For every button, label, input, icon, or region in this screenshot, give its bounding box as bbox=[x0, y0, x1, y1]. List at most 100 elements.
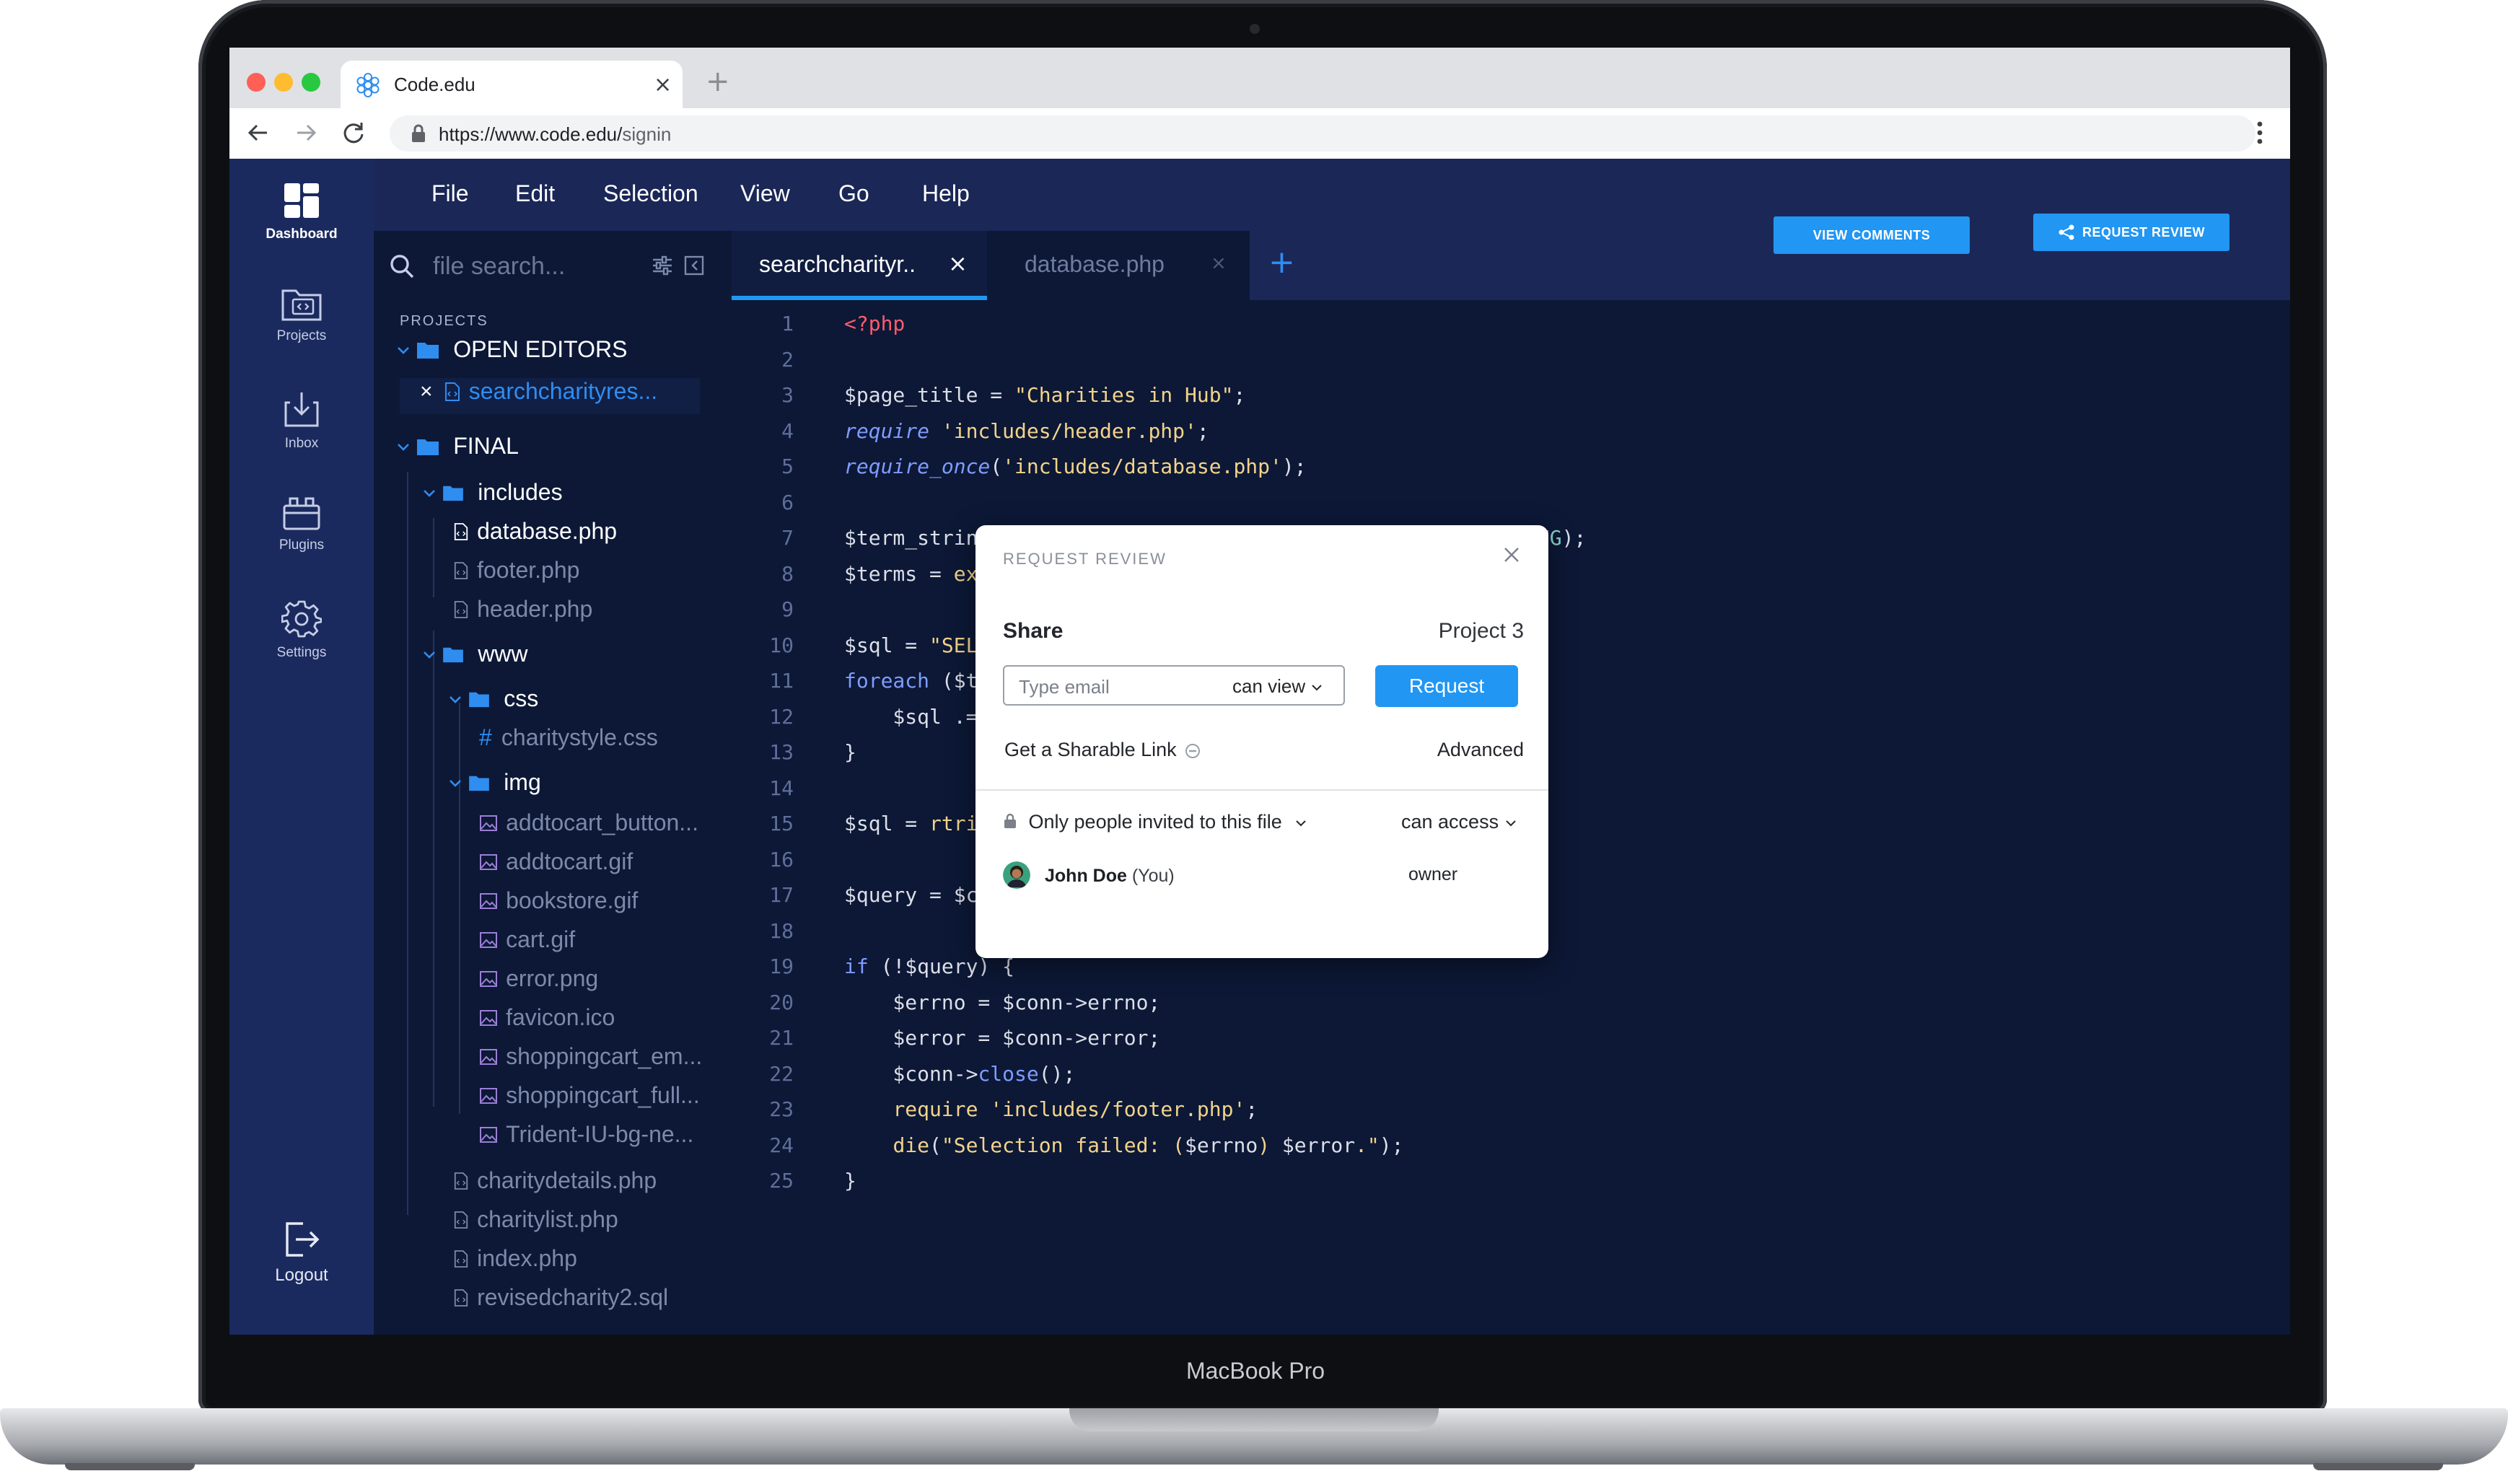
add-editor-tab-button[interactable]: + bbox=[1268, 244, 1295, 281]
link-icon bbox=[1185, 743, 1201, 758]
tree-folder-css[interactable]: css bbox=[446, 685, 538, 721]
sidebar-item-plugins[interactable]: Plugins bbox=[229, 494, 374, 581]
sidebar-item-inbox[interactable]: Inbox bbox=[229, 390, 374, 476]
close-open-file-icon[interactable]: × bbox=[420, 379, 433, 403]
menu-view[interactable]: View bbox=[740, 180, 790, 207]
tree-folder-img[interactable]: img bbox=[446, 769, 541, 805]
tree-label: footer.php bbox=[477, 557, 580, 583]
logout-button[interactable]: Logout bbox=[229, 1219, 374, 1306]
file-search-input[interactable] bbox=[431, 245, 636, 287]
tree-file[interactable]: shoppingcart_full... bbox=[479, 1082, 700, 1118]
access-scope-select[interactable]: Only people invited to this file bbox=[1003, 811, 1307, 833]
filter-sliders-icon[interactable] bbox=[651, 254, 674, 277]
advanced-link[interactable]: Advanced bbox=[1423, 739, 1524, 761]
plugins-icon bbox=[283, 497, 320, 530]
browser-tab-title: Code.edu bbox=[394, 74, 475, 95]
tree-file[interactable]: shoppingcart_em... bbox=[479, 1043, 702, 1079]
tree-file[interactable]: revisedcharity2.sql bbox=[453, 1284, 668, 1320]
code-token: $sql = bbox=[844, 812, 930, 835]
tree-file[interactable]: footer.php bbox=[453, 557, 579, 593]
line-number: 5 bbox=[781, 455, 794, 478]
sidebar-item-projects[interactable]: Projects bbox=[229, 285, 374, 372]
image-file-icon bbox=[480, 1009, 497, 1026]
code-token: $page_title = bbox=[844, 383, 1015, 407]
permission-select[interactable]: can view bbox=[1232, 675, 1323, 698]
tree-file[interactable]: database.php bbox=[453, 518, 617, 554]
code-token: 'includes/footer.php' bbox=[990, 1097, 1246, 1121]
tree-folder-www[interactable]: www bbox=[420, 641, 528, 677]
email-input[interactable] bbox=[1017, 675, 1222, 698]
browser-tab-close-icon[interactable]: × bbox=[654, 72, 672, 97]
image-file-icon bbox=[480, 1087, 497, 1104]
code-token: <?php bbox=[844, 312, 906, 335]
tree-file[interactable]: charitylist.php bbox=[453, 1206, 618, 1242]
code-token: if bbox=[844, 954, 869, 978]
editor-tab-close-icon[interactable]: × bbox=[948, 250, 968, 277]
tree-file[interactable]: charitydetails.php bbox=[453, 1167, 657, 1203]
browser-tab[interactable]: Code.edu × bbox=[341, 61, 683, 108]
tree-file[interactable]: bookstore.gif bbox=[479, 887, 638, 923]
forward-arrow-icon[interactable] bbox=[291, 118, 320, 147]
editor-tab-database[interactable]: database.php × bbox=[997, 231, 1250, 300]
chevron-down-icon bbox=[398, 443, 409, 451]
menu-go[interactable]: Go bbox=[838, 180, 869, 207]
sharable-link-button[interactable]: Get a Sharable Link bbox=[1004, 739, 1201, 761]
line-number: 1 bbox=[781, 312, 794, 335]
editor-tab-close-icon[interactable]: × bbox=[1211, 253, 1227, 274]
tree-folder-includes[interactable]: includes bbox=[420, 479, 563, 515]
code-token: ); bbox=[1281, 455, 1307, 478]
tree-label: database.php bbox=[477, 518, 618, 544]
tree-file[interactable]: addtocart.gif bbox=[479, 848, 633, 884]
email-field[interactable]: can view bbox=[1003, 665, 1345, 706]
request-button[interactable]: Request bbox=[1375, 665, 1518, 707]
collapse-panel-icon[interactable] bbox=[683, 254, 706, 277]
menu-file[interactable]: File bbox=[431, 180, 469, 207]
share-heading: Share bbox=[1003, 619, 1064, 643]
sidebar-item-settings[interactable]: Settings bbox=[229, 599, 374, 685]
modal-close-icon[interactable] bbox=[1501, 544, 1522, 566]
back-arrow-icon[interactable] bbox=[244, 118, 273, 147]
tree-label: cart.gif bbox=[506, 926, 576, 952]
code-token: } bbox=[844, 1169, 856, 1193]
tree-file[interactable]: cart.gif bbox=[479, 926, 575, 962]
line-number: 2 bbox=[781, 347, 794, 372]
reload-icon[interactable] bbox=[339, 118, 368, 147]
tree-open-file[interactable]: × searchcharityres... bbox=[400, 378, 700, 414]
tree-file[interactable]: addtocart_button... bbox=[479, 809, 698, 846]
address-bar[interactable]: https://www.code.edu/signin bbox=[390, 115, 2255, 152]
tree-file[interactable]: header.php bbox=[453, 596, 592, 632]
tree-folder-final[interactable]: FINAL bbox=[394, 433, 519, 469]
tree-file[interactable]: index.php bbox=[453, 1245, 577, 1281]
line-number: 6 bbox=[781, 490, 794, 514]
access-level-select[interactable]: can access bbox=[1401, 811, 1517, 833]
code-line: 16 bbox=[727, 842, 844, 878]
tree-file[interactable]: # charitystyle.css bbox=[479, 724, 658, 760]
sidebar-item-dashboard[interactable]: Dashboard bbox=[229, 180, 374, 267]
folder-icon bbox=[443, 486, 463, 501]
menu-edit[interactable]: Edit bbox=[515, 180, 555, 207]
menu-help[interactable]: Help bbox=[922, 180, 970, 207]
tree-file[interactable]: error.png bbox=[479, 965, 598, 1001]
view-comments-button[interactable]: VIEW COMMENTS bbox=[1773, 216, 1970, 254]
browser-menu-icon[interactable] bbox=[2255, 118, 2264, 147]
tree-folder-open-editors[interactable]: OPEN EDITORS bbox=[394, 336, 627, 372]
window-close-button[interactable] bbox=[247, 73, 266, 92]
window-minimize-button[interactable] bbox=[274, 73, 293, 92]
code-line: 3 $page_title = "Charities in Hub"; bbox=[727, 377, 1245, 413]
tree-label: charitystyle.css bbox=[501, 724, 658, 750]
menu-selection[interactable]: Selection bbox=[603, 180, 698, 207]
new-tab-button[interactable]: + bbox=[706, 65, 730, 98]
line-number: 18 bbox=[769, 918, 794, 943]
tree-file[interactable]: Trident-IU-bg-ne... bbox=[479, 1121, 693, 1157]
image-file-icon bbox=[480, 1048, 497, 1065]
window-zoom-button[interactable] bbox=[302, 73, 320, 92]
inbox-icon bbox=[284, 392, 319, 427]
code-token: ; bbox=[1233, 383, 1246, 407]
editor-tab-searchcharity[interactable]: searchcharityr.. × bbox=[732, 231, 987, 300]
line-number: 19 bbox=[769, 954, 794, 978]
code-line: 18 bbox=[727, 913, 844, 949]
request-review-button[interactable]: REQUEST REVIEW bbox=[2033, 214, 2229, 251]
tree-file[interactable]: favicon.ico bbox=[479, 1004, 615, 1040]
